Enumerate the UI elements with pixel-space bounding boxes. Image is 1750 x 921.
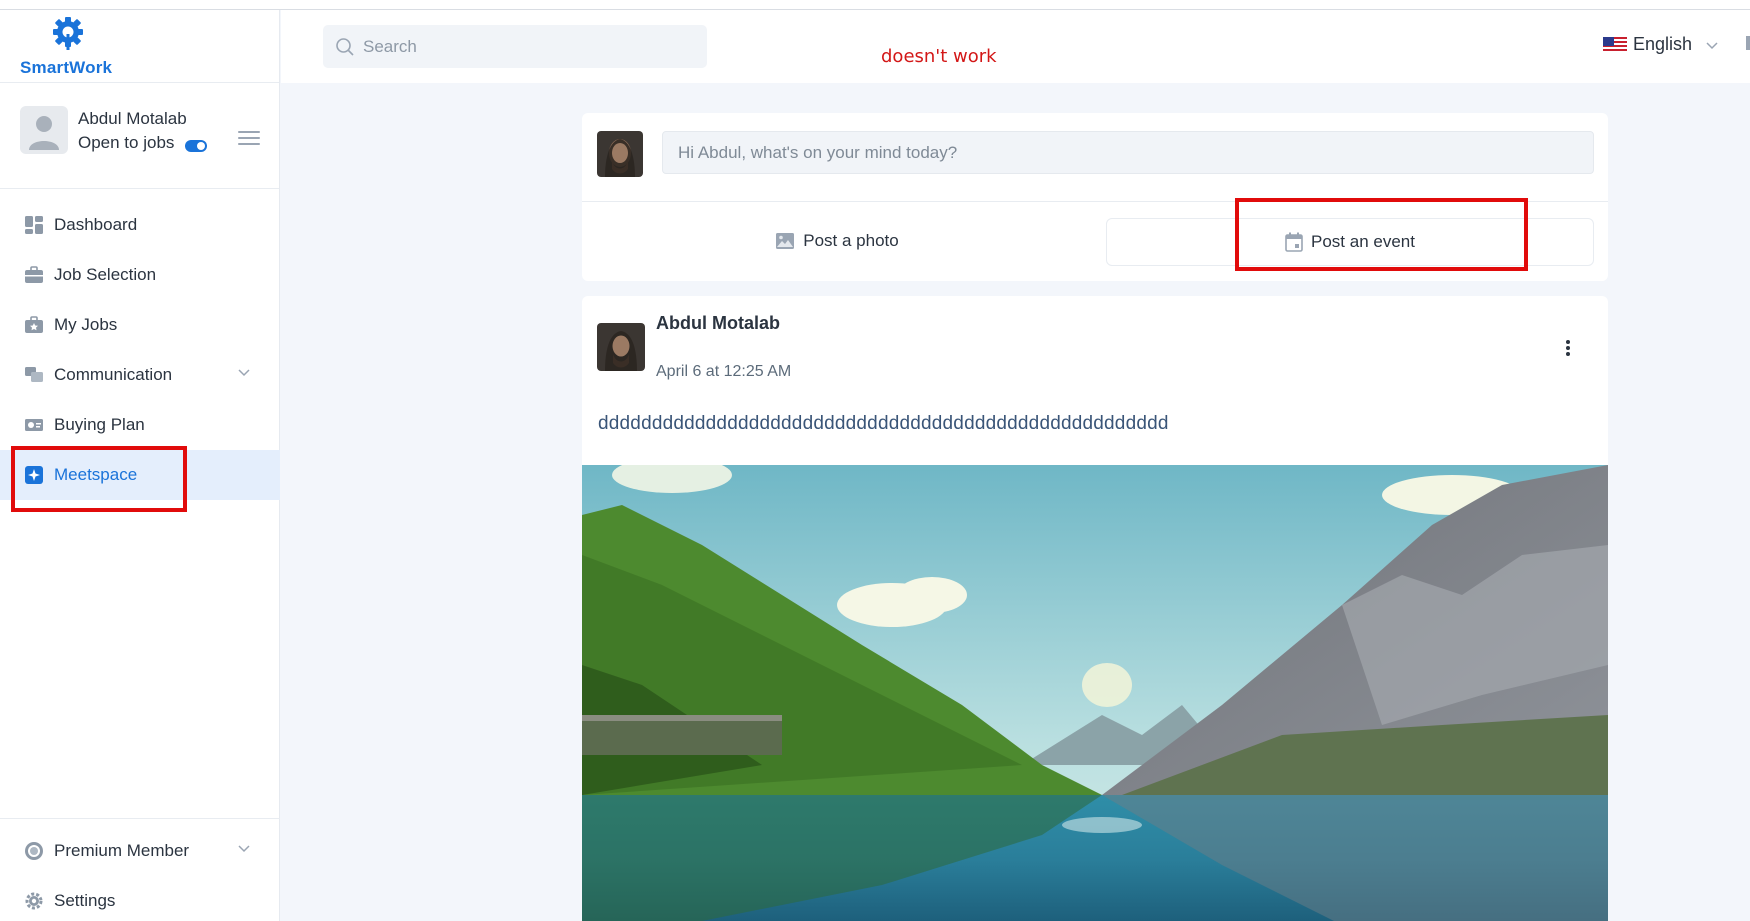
sidebar-item-label: Buying Plan: [54, 415, 145, 434]
dashboard-icon: [25, 216, 43, 234]
language-label: English: [1633, 34, 1693, 54]
sidebar-item-label: Communication: [54, 365, 173, 384]
post-author-avatar[interactable]: [597, 323, 645, 371]
sidebar-item-communication[interactable]: Communication: [0, 350, 280, 400]
logo[interactable]: SmartWork: [0, 10, 279, 83]
gear-logo-icon: [53, 17, 83, 50]
profile-section: Abdul Motalab Open to jobs: [0, 83, 279, 189]
post-text: dddddddddddddddddddddddddddddddddddddddd…: [598, 413, 1169, 434]
chevron-down-icon: [1706, 41, 1718, 49]
post-photo-label: Post a photo: [803, 231, 899, 250]
annotation-box-post-event: [1235, 198, 1528, 271]
post-photo-landscape[interactable]: [582, 465, 1608, 921]
window-top-border: [0, 0, 1750, 10]
sidebar-item-label: Dashboard: [54, 215, 138, 234]
sidebar-item-label: Job Selection: [54, 265, 157, 284]
sidebar-item-premium-member[interactable]: Premium Member: [0, 826, 280, 876]
image-icon: [776, 233, 795, 249]
sidebar-item-my-jobs[interactable]: My Jobs: [0, 300, 280, 350]
job-bag-icon: [25, 316, 43, 333]
whats-on-your-mind-input[interactable]: Hi Abdul, what's on your mind today?: [662, 131, 1594, 174]
annotation-box-meetspace: [11, 446, 187, 512]
premium-badge-icon: [25, 842, 43, 860]
notification-icon[interactable]: [1746, 36, 1750, 50]
search-icon: [336, 38, 354, 56]
feed-post: Abdul Motalab April 6 at 12:25 AM dddddd…: [582, 296, 1608, 921]
menu-icon[interactable]: [238, 131, 260, 145]
avatar[interactable]: [20, 106, 68, 154]
user-icon: [29, 116, 59, 150]
search-input[interactable]: [363, 25, 693, 68]
sidebar-item-label: Premium Member: [54, 841, 190, 860]
sidebar-bottom-nav: Premium Member Settings: [0, 818, 280, 921]
post-author-name[interactable]: Abdul Motalab: [656, 313, 780, 334]
sidebar-item-label: Settings: [54, 891, 116, 910]
sidebar-item-label: My Jobs: [54, 315, 118, 334]
annotation-note: doesn't work: [881, 46, 997, 67]
top-header: doesn't work English: [281, 10, 1750, 83]
us-flag-icon: [1603, 36, 1627, 53]
profile-status: Open to jobs: [78, 133, 175, 152]
plan-card-icon: [25, 419, 43, 431]
brand-name: SmartWork: [20, 58, 113, 77]
settings-gear-icon: [25, 892, 43, 910]
post-photo-button[interactable]: Post a photo: [582, 215, 1092, 267]
chevron-down-icon[interactable]: [238, 842, 250, 854]
composer-avatar[interactable]: [597, 131, 643, 177]
sidebar-item-buying-plan[interactable]: Buying Plan: [0, 400, 280, 450]
sidebar-item-job-selection[interactable]: Job Selection: [0, 250, 280, 300]
chevron-down-icon[interactable]: [238, 366, 250, 378]
open-to-jobs-toggle[interactable]: [185, 140, 207, 152]
more-options-icon[interactable]: [1565, 340, 1571, 358]
chat-bubbles-icon: [25, 367, 43, 382]
language-selector[interactable]: English: [1603, 34, 1718, 55]
briefcase-icon: [25, 266, 43, 283]
sidebar-item-dashboard[interactable]: Dashboard: [0, 200, 280, 250]
profile-name: Abdul Motalab: [78, 109, 187, 128]
sidebar-item-settings[interactable]: Settings: [0, 876, 280, 921]
search-box[interactable]: [323, 25, 707, 68]
post-timestamp: April 6 at 12:25 AM: [656, 363, 792, 380]
